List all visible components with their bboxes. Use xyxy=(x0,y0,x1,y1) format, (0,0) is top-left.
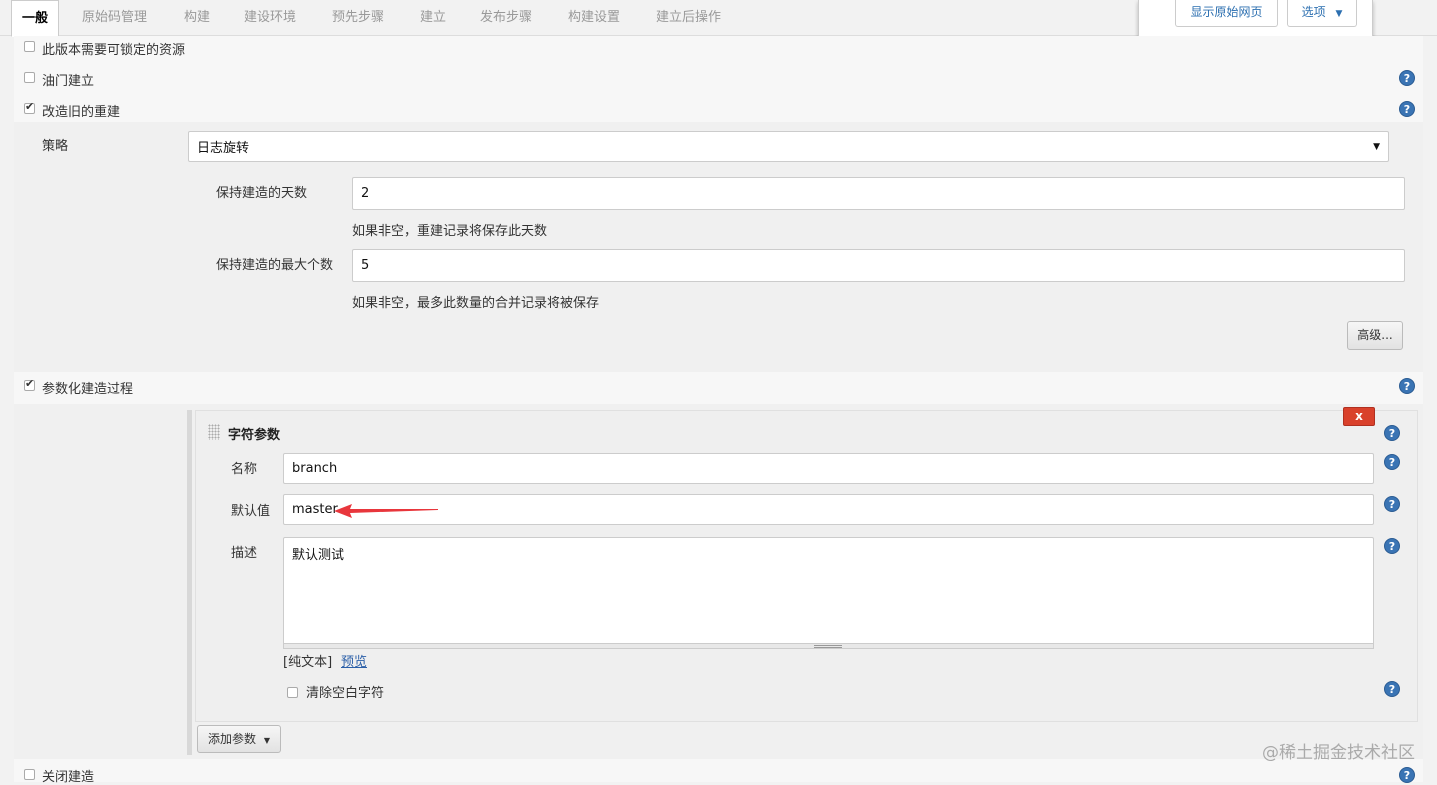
disable-build-label: 关闭建造 xyxy=(42,770,95,785)
strategy-label: 策略 xyxy=(42,139,69,154)
description-textarea[interactable]: 默认测试 xyxy=(283,537,1374,645)
help-icon[interactable]: ? xyxy=(1399,70,1415,86)
parameter-name-label: 名称 xyxy=(231,462,258,477)
max-builds-label: 保持建造的最大个数 xyxy=(216,258,334,273)
default-value-label: 默认值 xyxy=(231,504,271,519)
parameter-name-input[interactable]: branch xyxy=(283,453,1374,484)
help-icon[interactable]: ? xyxy=(1384,538,1400,554)
options-dropdown-button[interactable]: 选项 ▼ xyxy=(1287,0,1357,27)
tab-build[interactable]: 构建 xyxy=(184,0,210,36)
add-parameter-button[interactable]: 添加参数 ▼ xyxy=(197,725,281,753)
days-to-keep-note: 如果非空，重建记录将保存此天数 xyxy=(352,224,548,239)
lockable-resources-checkbox[interactable] xyxy=(24,41,35,52)
watermark-text: @稀土掘金技术社区 xyxy=(1262,743,1415,763)
caret-down-icon: ▼ xyxy=(1335,9,1343,19)
parameters-left-rule xyxy=(187,410,192,755)
max-builds-note: 如果非空，最多此数量的合并记录将被保存 xyxy=(352,296,600,311)
help-icon[interactable]: ? xyxy=(1399,378,1415,394)
throttle-build-checkbox[interactable] xyxy=(24,72,35,83)
strategy-value: 日志旋转 xyxy=(197,141,250,156)
disable-build-checkbox[interactable] xyxy=(24,769,35,780)
tab-pre-steps[interactable]: 预先步骤 xyxy=(332,0,384,36)
tab-general[interactable]: 一般 xyxy=(11,0,60,37)
preview-link[interactable]: 预览 xyxy=(341,651,367,670)
drag-handle-icon[interactable] xyxy=(208,424,220,440)
tab-post-steps[interactable]: 发布步骤 xyxy=(480,0,532,36)
parameterized-build-checkbox[interactable] xyxy=(24,377,35,391)
tab-post-build-actions[interactable]: 建立后操作 xyxy=(656,0,721,36)
discard-old-builds-label: 改造旧的重建 xyxy=(42,105,121,120)
strategy-select[interactable]: 日志旋转 ▼ xyxy=(188,131,1389,162)
lockable-resources-label: 此版本需要可锁定的资源 xyxy=(42,43,186,58)
help-icon[interactable]: ? xyxy=(1384,454,1400,470)
default-value-input[interactable]: master xyxy=(283,494,1374,525)
tab-build-environment[interactable]: 建设环境 xyxy=(244,0,296,36)
show-raw-page-button[interactable]: 显示原始网页 xyxy=(1175,0,1278,27)
caret-down-icon: ▼ xyxy=(263,736,270,745)
throttle-build-label: 油门建立 xyxy=(42,74,95,89)
max-builds-input[interactable]: 5 xyxy=(352,249,1405,282)
parameter-type-title: 字符参数 xyxy=(228,428,281,443)
help-icon[interactable]: ? xyxy=(1384,681,1400,697)
parameterized-build-label: 参数化建造过程 xyxy=(42,382,134,397)
add-parameter-label: 添加参数 xyxy=(208,732,257,746)
textarea-resize-bar[interactable] xyxy=(283,643,1374,649)
options-label: 选项 xyxy=(1301,5,1326,19)
help-icon[interactable]: ? xyxy=(1399,767,1415,783)
help-icon[interactable]: ? xyxy=(1384,425,1400,441)
days-to-keep-label: 保持建造的天数 xyxy=(216,186,308,201)
plain-text-label: [纯文本] xyxy=(283,655,333,670)
discard-old-builds-checkbox[interactable] xyxy=(24,100,35,114)
advanced-button[interactable]: 高级... xyxy=(1347,321,1403,350)
days-to-keep-input[interactable]: 2 xyxy=(352,177,1405,210)
tab-build-step[interactable]: 建立 xyxy=(420,0,446,36)
help-icon[interactable]: ? xyxy=(1399,101,1415,117)
trim-whitespace-label: 清除空白字符 xyxy=(306,686,385,701)
description-label: 描述 xyxy=(231,546,258,561)
tab-build-settings[interactable]: 构建设置 xyxy=(568,0,620,36)
tab-source-management[interactable]: 原始码管理 xyxy=(82,0,147,36)
caret-down-icon: ▼ xyxy=(1373,141,1380,152)
help-icon[interactable]: ? xyxy=(1384,496,1400,512)
annotation-arrow-icon xyxy=(334,504,438,518)
trim-whitespace-checkbox[interactable] xyxy=(287,687,298,698)
delete-parameter-button[interactable]: x xyxy=(1343,407,1375,426)
